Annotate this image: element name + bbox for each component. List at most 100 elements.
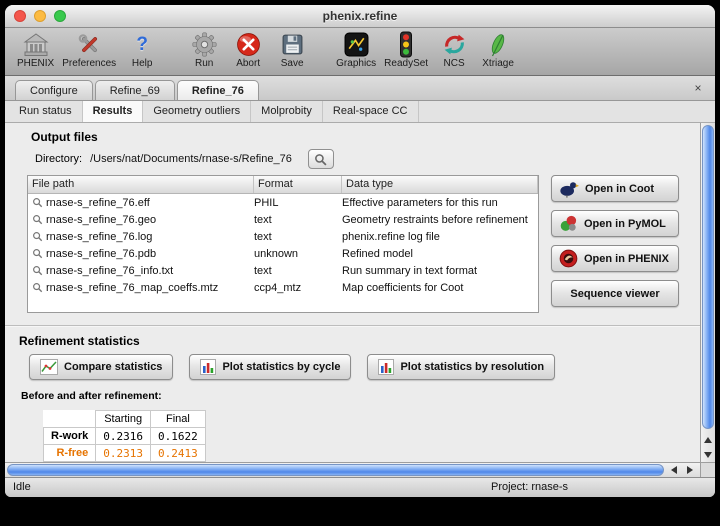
table-row[interactable]: rnase-s_refine_76.pdb unknown Refined mo… [28,245,538,262]
subtab-geometry-outliers[interactable]: Geometry outliers [143,101,251,122]
compare-statistics-button[interactable]: Compare statistics [29,354,173,380]
vertical-scroll-arrows [701,432,715,462]
format-cell: text [254,231,342,243]
magnifier-icon [28,197,46,208]
table-row[interactable]: rnase-s_refine_76_info.txt text Run summ… [28,262,538,279]
output-files-table[interactable]: File path Format Data type rnase-s_refin… [27,175,539,313]
sequence-viewer-button[interactable]: Sequence viewer [551,280,679,307]
column-header-data-type[interactable]: Data type [342,176,538,193]
toolbar-label: Run [195,58,213,70]
save-icon [281,31,304,58]
titlebar[interactable]: phenix.refine [5,5,715,28]
table-header[interactable]: File path Format Data type [28,176,538,194]
data-type-cell: Effective parameters for this run [342,197,538,209]
refinement-stats-table: Starting Final R-work 0.2316 0.1622 R-fr… [43,410,206,462]
table-row[interactable]: rnase-s_refine_76_map_coeffs.mtz ccp4_mt… [28,279,538,296]
subtab-molprobity[interactable]: Molprobity [251,101,323,122]
graphics-icon [344,31,369,58]
column-header-format[interactable]: Format [254,176,342,193]
toolbar-button-ncs[interactable]: NCS [432,30,476,71]
preferences-tools-icon [77,31,102,58]
action-label: Open in PyMOL [584,218,666,230]
open-in-coot-button[interactable]: Open in Coot [551,175,679,202]
format-cell: PHIL [254,197,342,209]
column-header-file-path[interactable]: File path [28,176,254,193]
toolbar-button-graphics[interactable]: Graphics [332,30,380,71]
traffic-light-icon [398,31,414,58]
scroll-down-arrow[interactable] [701,447,715,462]
horizontal-scroll-arrows [666,463,698,477]
toolbar-button-readyset[interactable]: ReadySet [380,30,432,71]
vertical-scrollbar[interactable] [700,123,715,462]
subtab-run-status[interactable]: Run status [9,101,83,122]
table-row[interactable]: rnase-s_refine_76.geo text Geometry rest… [28,211,538,228]
vertical-scrollbar-thumb[interactable] [702,125,714,429]
toolbar-label: PHENIX [17,58,54,70]
subtab-results[interactable]: Results [83,101,144,122]
toolbar-button-xtriage[interactable]: Xtriage [476,30,520,71]
line-chart-icon [40,359,58,375]
traffic-lights [14,10,66,22]
horizontal-scrollbar-thumb[interactable] [7,464,664,476]
magnifier-icon [28,265,46,276]
scroll-left-arrow[interactable] [666,463,682,477]
section-divider [5,325,700,327]
phenix-refine-window: phenix.refine PHENIX [5,5,715,497]
button-label: Compare statistics [64,361,162,373]
output-files-heading: Output files [31,130,700,144]
toolbar-label: ReadySet [384,58,428,70]
magnifier-icon [28,282,46,293]
search-icon [314,153,327,166]
stat-starting-value: 0.2316 [96,428,151,445]
open-in-pymol-button[interactable]: Open in PyMOL [551,210,679,237]
zoom-window-button[interactable] [54,10,66,22]
toolbar-button-preferences[interactable]: Preferences [58,30,120,71]
tab-configure[interactable]: Configure [15,80,93,100]
stat-final-value: 0.2413 [151,445,206,462]
close-window-button[interactable] [14,10,26,22]
toolbar-label: Save [281,58,304,70]
close-tab-icon[interactable]: × [691,81,705,95]
toolbar-button-help[interactable]: ? Help [120,30,164,71]
xtriage-feather-icon [487,31,509,58]
action-label: Sequence viewer [570,288,659,300]
magnifier-icon [28,248,46,259]
data-type-cell: Refined model [342,248,538,260]
table-row[interactable]: rnase-s_refine_76.eff PHIL Effective par… [28,194,538,211]
open-in-phenix-button[interactable]: Open in PHENIX [551,245,679,272]
toolbar: PHENIX Preferences ? Help [5,28,715,76]
toolbar-button-phenix[interactable]: PHENIX [13,30,58,71]
stat-label: R-work [44,428,96,445]
horizontal-scrollbar[interactable] [5,462,700,477]
status-text: Idle [13,481,31,493]
plot-by-resolution-button[interactable]: Plot statistics by resolution [367,354,555,380]
file-path-cell: rnase-s_refine_76.pdb [46,248,254,260]
data-type-cell: Map coefficients for Coot [342,282,538,294]
button-label: Plot statistics by cycle [222,361,340,373]
subtab-real-space-cc[interactable]: Real-space CC [323,101,419,122]
toolbar-button-save[interactable]: Save [270,30,314,71]
abort-icon [236,31,261,58]
stats-row-r-free: R-free 0.2313 0.2413 [44,445,206,462]
plot-by-cycle-button[interactable]: Plot statistics by cycle [189,354,351,380]
scroll-right-arrow[interactable] [682,463,698,477]
browse-directory-button[interactable] [308,149,334,169]
table-row[interactable]: rnase-s_refine_76.log text phenix.refine… [28,228,538,245]
directory-row: Directory: /Users/nat/Documents/rnase-s/… [35,149,700,169]
data-type-cell: Geometry restraints before refinement [342,214,538,226]
tab-refine-69[interactable]: Refine_69 [95,80,175,100]
format-cell: unknown [254,248,342,260]
scroll-up-arrow[interactable] [701,432,715,447]
toolbar-button-abort[interactable]: Abort [226,30,270,71]
pymol-icon [559,214,578,233]
tab-refine-76[interactable]: Refine_76 [177,80,259,100]
stats-header-row: Starting Final [44,411,206,428]
file-path-cell: rnase-s_refine_76.geo [46,214,254,226]
format-cell: text [254,214,342,226]
toolbar-button-run[interactable]: Run [182,30,226,71]
button-label: Plot statistics by resolution [400,361,544,373]
phenix-logo-icon [559,249,578,268]
minimize-window-button[interactable] [34,10,46,22]
bar-chart-icon [200,359,216,375]
format-cell: ccp4_mtz [254,282,342,294]
